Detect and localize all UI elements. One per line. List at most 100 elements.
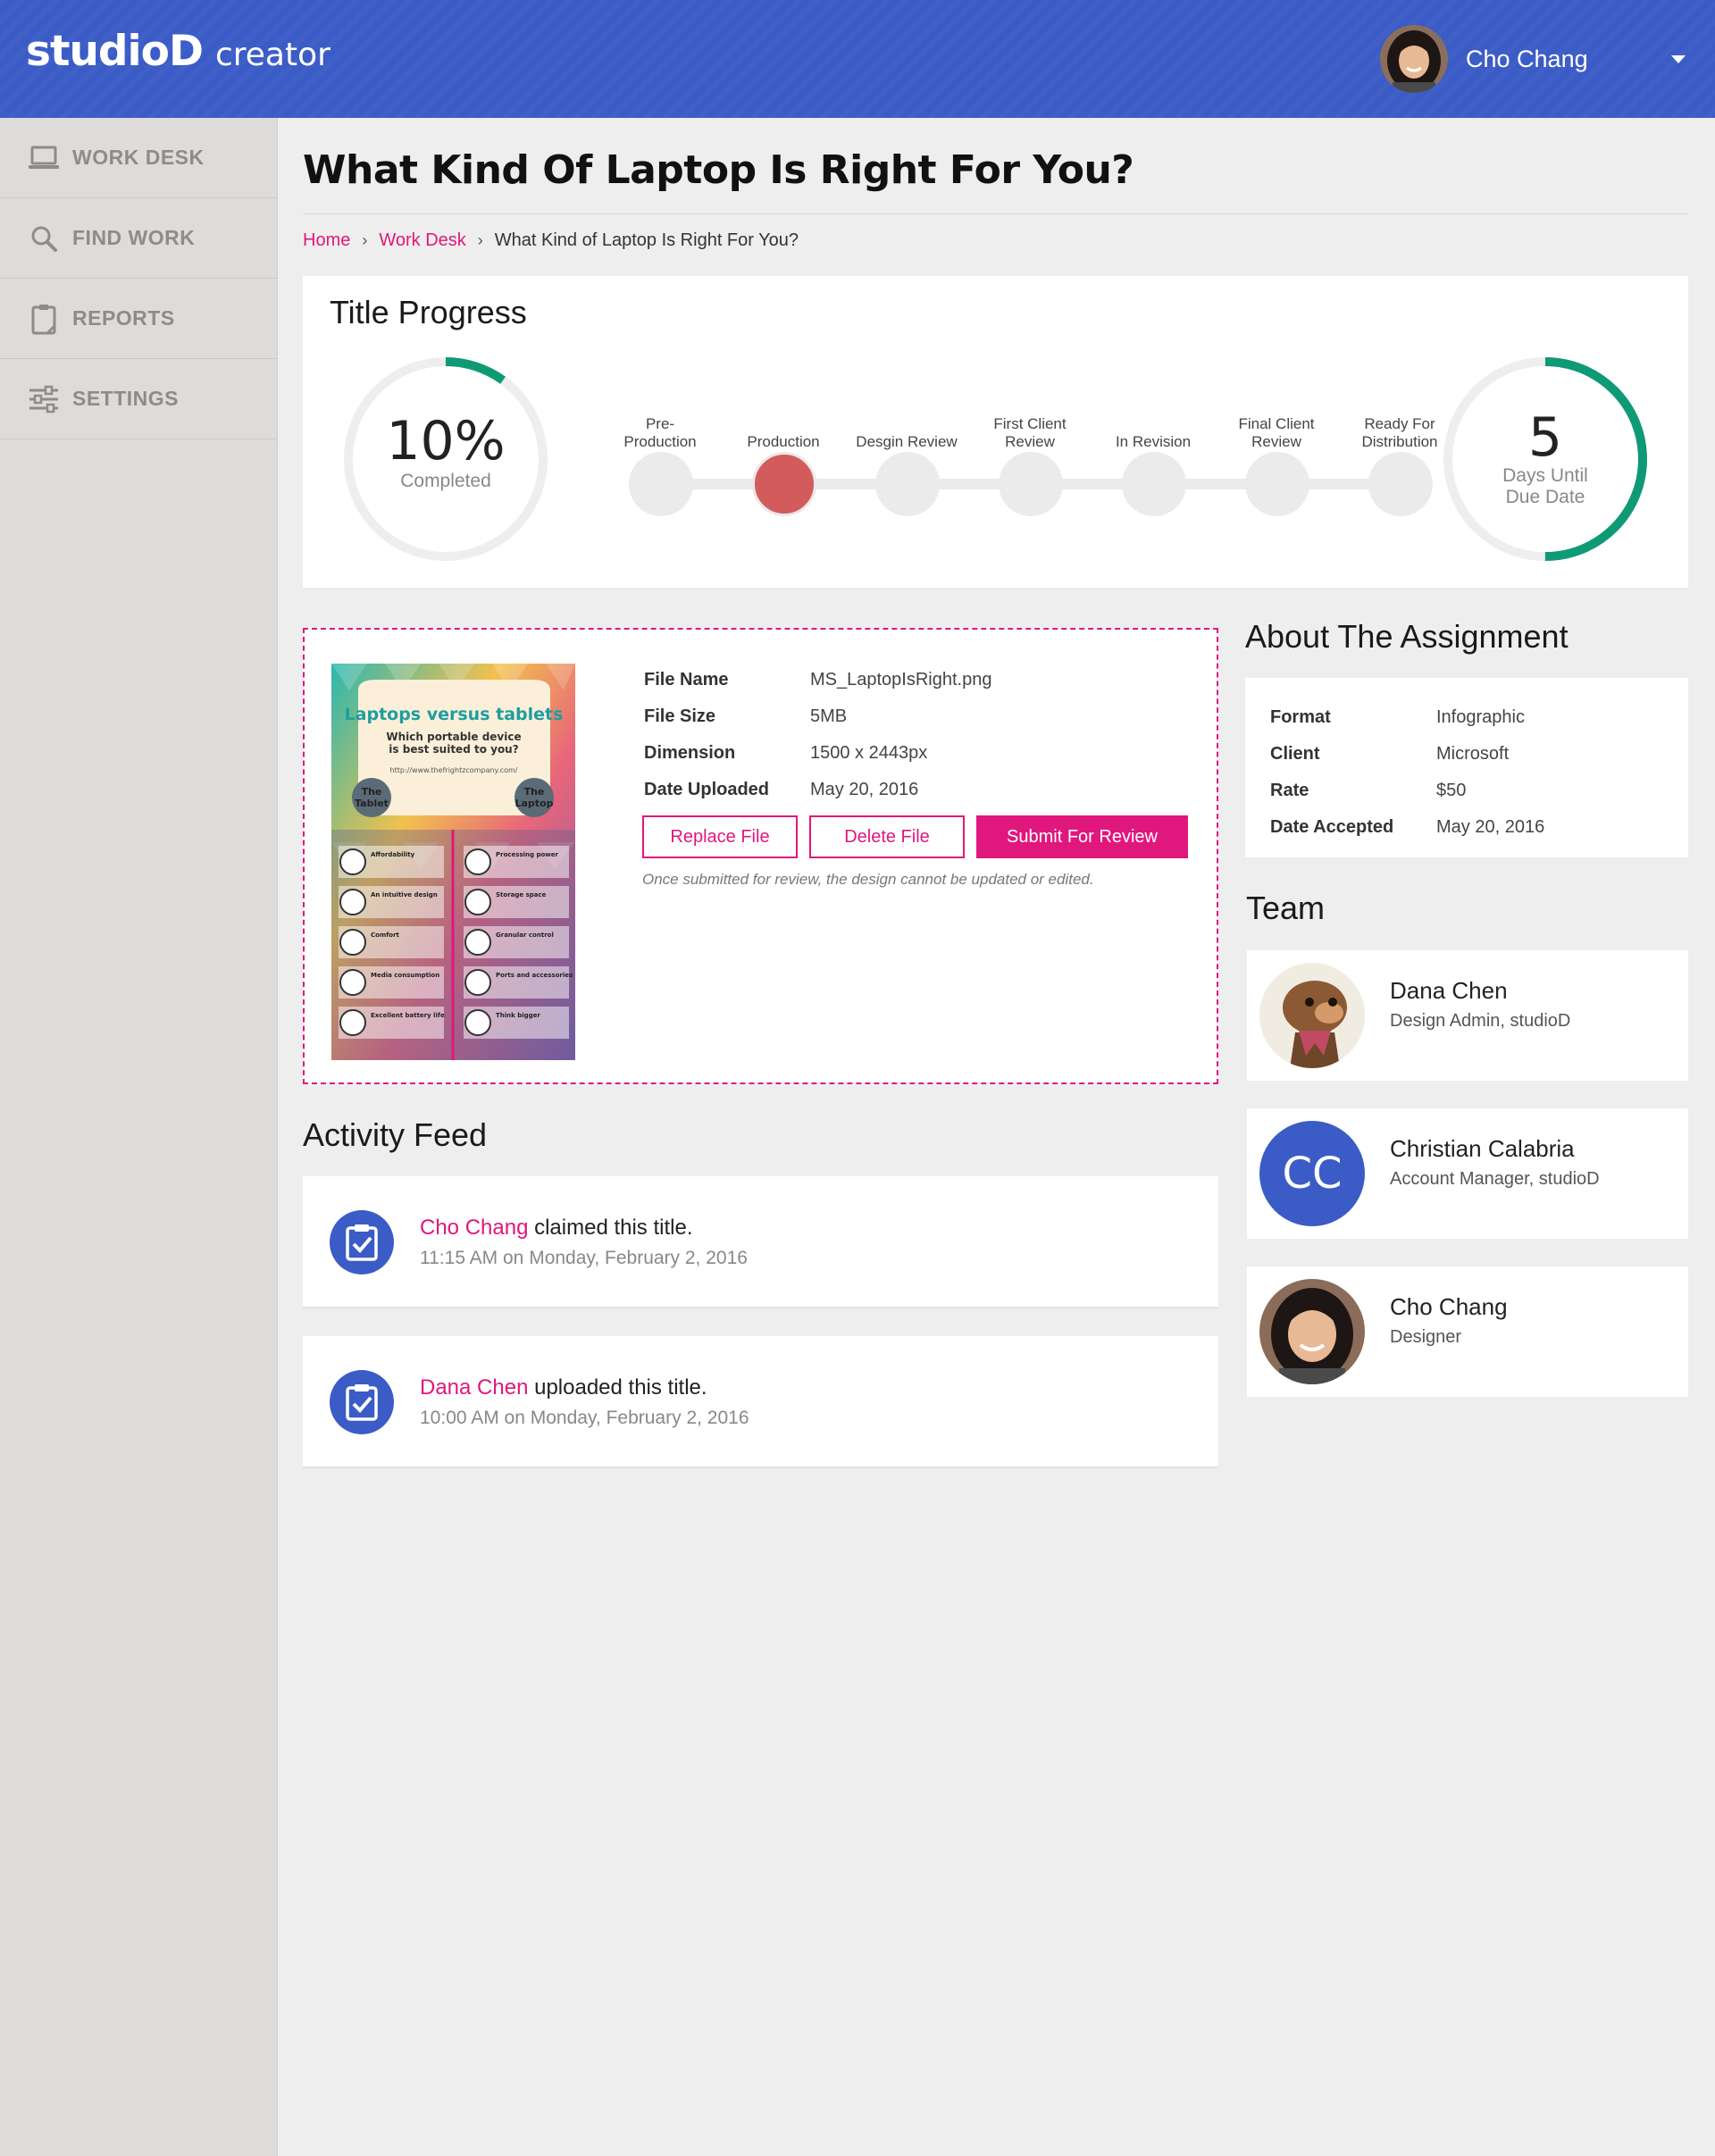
workflow-step[interactable]: Final Client Review [1209,392,1343,526]
rate-label: Rate [1270,781,1309,800]
about-heading: About The Assignment [1245,618,1569,655]
file-size-label: File Size [644,706,716,726]
dimension-row: Dimension 1500 x 2443px [644,735,991,772]
thumbnail-left-item: An intuitive design [371,891,438,898]
file-name-value: MS_LaptopIsRight.png [810,670,992,689]
workflow-step-dot-active[interactable] [752,452,816,516]
activity-text: Cho Chang claimed this title. [420,1216,693,1241]
user-menu[interactable]: Cho Chang [1380,25,1588,93]
activity-user-link[interactable]: Cho Chang [420,1216,528,1240]
replace-file-button[interactable]: Replace File [642,815,798,858]
workflow-step-dot[interactable] [1245,452,1309,516]
activity-user-link[interactable]: Dana Chen [420,1375,528,1400]
thumbnail-device-icon [464,1009,491,1036]
uploaded-file-card: Laptops versus tablets Which portable de… [303,628,1218,1084]
sidebar-item-label: FIND WORK [72,226,196,249]
thumbnail-device-icon [464,889,491,915]
logo[interactable]: studioD creator [26,27,330,76]
submit-note: Once submitted for review, the design ca… [642,871,1094,888]
workflow-step[interactable]: Pre- Production [593,392,727,526]
thumbnail-device-icon [339,969,366,996]
workflow-step-label-line: Pre- [645,415,675,432]
avatar: CC [1259,1121,1365,1226]
thumbnail-device-icon [339,889,366,915]
activity-text: Dana Chen uploaded this title. [420,1375,707,1400]
thumbnail-device-icon [464,848,491,875]
sidebar: WORK DESK FIND WORK REPORTS SETTINGS [0,118,278,2156]
breadcrumb-separator: › [362,231,368,249]
date-accepted-row: Date Accepted May 20, 2016 [1270,809,1544,846]
svg-text:The: The [362,786,382,798]
workflow-step-dot[interactable] [999,452,1063,516]
workflow-step-label-line: Production [623,433,697,450]
sidebar-item-reports[interactable]: REPORTS [0,279,277,359]
sidebar-item-settings[interactable]: SETTINGS [0,359,277,439]
days-until-due-ring: 5 Days Until Due Date [1441,355,1650,564]
workflow-step[interactable]: Desgin Review [840,392,974,526]
chevron-down-icon[interactable] [1671,55,1686,63]
thumbnail-left-item: Excellent battery life [371,1012,445,1019]
activity-timestamp: 10:00 AM on Monday, February 2, 2016 [420,1408,749,1428]
team-member-role: Design Admin, studioD [1390,1011,1571,1031]
workflow-step-label-line: First Client [993,415,1067,432]
delete-file-button[interactable]: Delete File [809,815,965,858]
thumbnail-right-item: Processing power [496,851,558,858]
dimension-label: Dimension [644,743,736,763]
search-icon [27,221,61,255]
workflow-step[interactable]: In Revision [1086,392,1220,526]
workflow-step-dot[interactable] [1122,452,1186,516]
thumbnail-device-icon [339,929,366,956]
avatar [1259,963,1365,1068]
thumbnail-right-item: Granular control [496,932,554,939]
sidebar-item-work-desk[interactable]: WORK DESK [0,118,277,198]
client-row: Client Microsoft [1270,736,1544,773]
breadcrumb-home[interactable]: Home [303,230,350,251]
sidebar-item-label: SETTINGS [72,387,180,410]
team-member-card[interactable]: Dana Chen Design Admin, studioD [1247,950,1688,1081]
activity-timestamp: 11:15 AM on Monday, February 2, 2016 [420,1248,748,1268]
workflow-step-label: First Client Review [963,415,1097,451]
thumbnail-device-icon [339,1009,366,1036]
logo-main: studioD [26,27,204,76]
sidebar-item-find-work[interactable]: FIND WORK [0,198,277,279]
percent-complete-ring: 10% Completed [341,355,550,564]
rate-value: $50 [1436,781,1467,800]
thumbnail-left-item: Comfort [371,932,400,939]
divider [303,213,1688,214]
workflow-step-dot[interactable] [1368,452,1433,516]
workflow-step-label-line: Review [1005,433,1055,450]
team-member-role: Account Manager, studioD [1390,1169,1600,1189]
workflow-step-dot[interactable] [629,452,693,516]
team-member-card[interactable]: Cho Chang Designer [1247,1266,1688,1397]
svg-text:Tablet: Tablet [355,798,389,809]
thumbnail-device-icon [339,848,366,875]
clipboard-check-icon [330,1210,394,1274]
thumbnail-url: http://www.thefrightzcompany.com/ [390,766,518,774]
thumbnail-device-icon [464,969,491,996]
svg-text:Which portable device: Which portable device [386,731,521,743]
submit-for-review-button[interactable]: Submit For Review [976,815,1188,858]
team-heading: Team [1246,890,1326,926]
breadcrumb-work-desk[interactable]: Work Desk [379,230,465,251]
client-label: Client [1270,744,1320,764]
breadcrumb-current: What Kind of Laptop Is Right For You? [494,230,799,250]
file-size-row: File Size 5MB [644,698,991,735]
percent-complete-value: 10% [386,410,506,472]
workflow-step-dot[interactable] [875,452,940,516]
clipboard-icon [27,302,61,336]
workflow-step-label-line: Final Client [1238,415,1315,432]
title-progress-heading: Title Progress [330,294,527,330]
infographic-thumbnail[interactable]: Laptops versus tablets Which portable de… [331,664,575,1060]
workflow-step[interactable]: First Client Review [963,392,1097,526]
date-uploaded-row: Date Uploaded May 20, 2016 [644,772,991,808]
team-member-card[interactable]: CC Christian Calabria Account Manager, s… [1247,1108,1688,1239]
thumbnail-left-item: Affordability [371,851,415,858]
svg-text:Laptop: Laptop [515,798,554,809]
user-avatar[interactable] [1380,25,1448,93]
days-until-due-value: 5 [1527,406,1563,469]
thumbnail-right-item: Think bigger [496,1012,540,1019]
user-name: Cho Chang [1466,45,1588,72]
workflow-step[interactable]: Production [716,392,850,526]
client-value: Microsoft [1436,744,1510,764]
laptop-icon [27,141,61,175]
